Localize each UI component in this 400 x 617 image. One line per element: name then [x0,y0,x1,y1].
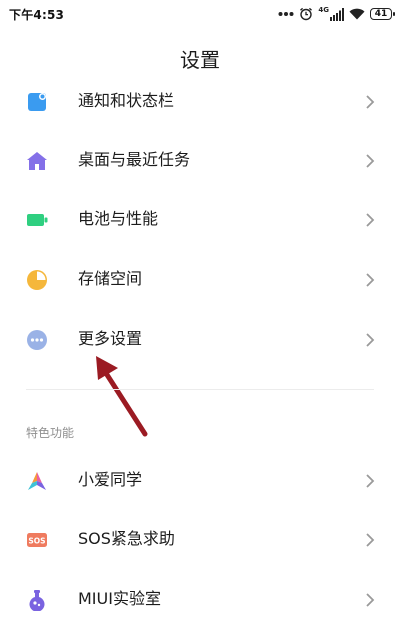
chevron-right-icon [366,273,375,287]
storage-pie-icon [27,270,47,290]
signal-icon [330,7,344,21]
status-time: 下午4:53 [9,8,65,22]
settings-item-label: 通知和状态栏 [78,91,175,110]
wifi-icon [349,8,365,20]
chevron-right-icon [366,593,375,607]
chevron-right-icon [366,95,375,109]
settings-item-label: 电池与性能 [78,209,159,228]
alarm-icon [300,7,313,21]
svg-text:SOS: SOS [28,537,45,546]
notification-icon [28,93,46,111]
feature-item-label: MIUI实验室 [78,589,161,608]
settings-item-storage[interactable]: 存储空间 [0,251,400,307]
battery-indicator: 41 [370,8,395,20]
feature-item-label: 小爱同学 [78,470,143,489]
battery-level: 41 [374,8,388,19]
settings-item-more-settings[interactable]: 更多设置 [0,311,400,367]
sos-icon: SOS [27,533,47,547]
settings-item-notifications[interactable]: 通知和状态栏 [0,73,400,129]
settings-item-battery[interactable]: 电池与性能 [0,191,400,247]
section-title-features: 特色功能 [26,426,75,440]
xiaoai-icon [28,472,46,490]
more-dots-icon [27,330,47,350]
chevron-right-icon [366,213,375,227]
feature-item-xiaoai[interactable]: 小爱同学 [0,452,400,508]
feature-item-label: SOS紧急求助 [78,529,175,548]
feature-item-miui-lab[interactable]: MIUI实验室 [0,571,400,617]
chevron-right-icon [366,474,375,488]
home-icon [27,152,47,170]
chevron-right-icon [366,333,375,347]
annotation-arrow [96,356,148,437]
more-notifications-icon [278,12,294,16]
section-divider [26,389,374,390]
status-bar: 下午4:53 4G 41 [0,0,400,28]
battery-icon [27,214,48,226]
network-type-label: 4G [318,6,329,14]
status-icons: 4G 41 [278,6,395,22]
feature-item-sos[interactable]: SOS SOS紧急求助 [0,511,400,567]
lab-flask-icon [29,590,45,611]
settings-item-label: 更多设置 [78,329,143,348]
chevron-right-icon [366,533,375,547]
settings-item-label: 存储空间 [78,269,143,288]
chevron-right-icon [366,154,375,168]
page-title: 设置 [180,48,220,72]
settings-item-label: 桌面与最近任务 [78,150,191,169]
settings-item-home-screen[interactable]: 桌面与最近任务 [0,132,400,188]
